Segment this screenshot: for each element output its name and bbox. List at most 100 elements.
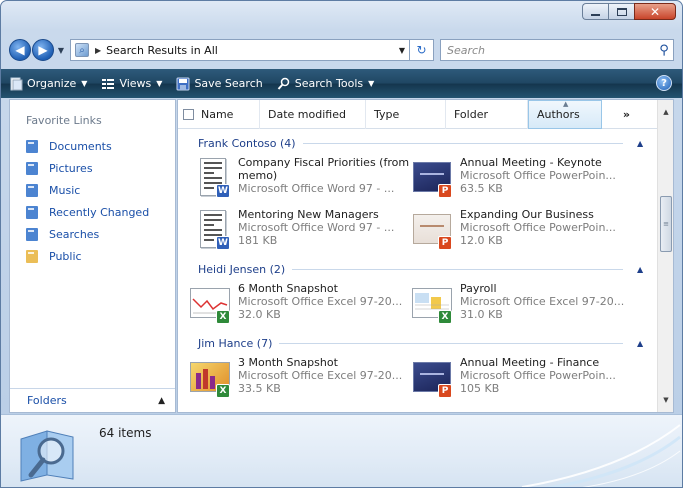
sidebar-item-documents[interactable]: Documents — [10, 135, 175, 157]
organize-button[interactable]: Organize ▼ — [9, 77, 87, 91]
help-button[interactable]: ? — [656, 75, 672, 91]
powerpoint-icon: P — [438, 236, 452, 250]
address-dropdown-icon[interactable]: ▼ — [395, 46, 409, 55]
file-item[interactable]: W Company Fiscal Priorities (from memo) Mi… — [190, 154, 412, 206]
sidebar-item-pictures[interactable]: Pictures — [10, 157, 175, 179]
group-header[interactable]: Jim Hance (7) ▲ — [178, 332, 657, 354]
sidebar-item-public[interactable]: Public — [10, 245, 175, 267]
address-path[interactable]: Search Results in All — [106, 44, 395, 57]
chevron-up-icon[interactable]: ▲ — [637, 339, 657, 348]
refresh-icon: ↻ — [416, 43, 427, 57]
excel-icon: X — [216, 384, 230, 398]
file-text: Company Fiscal Priorities (from memo) Mic… — [238, 156, 412, 195]
file-type: Microsoft Office Excel 97-20... — [238, 369, 403, 382]
file-name: Annual Meeting - Keynote — [460, 156, 602, 169]
column-date-modified[interactable]: Date modified — [260, 100, 366, 129]
file-name: Annual Meeting - Finance — [460, 356, 600, 369]
save-search-button[interactable]: Save Search — [176, 77, 263, 91]
minimize-icon — [591, 13, 600, 16]
search-tools-button[interactable]: Search Tools ▼ — [277, 77, 375, 91]
recent-pages-dropdown[interactable]: ▼ — [56, 46, 66, 55]
file-size: 105 KB — [460, 382, 500, 395]
column-date-label: Date modified — [268, 107, 346, 121]
group-title: Frank Contoso (4) — [198, 136, 296, 150]
scroll-up-icon[interactable]: ▲ — [658, 104, 673, 120]
column-type[interactable]: Type — [366, 100, 446, 129]
group-title: Heidi Jensen (2) — [198, 262, 286, 276]
file-text: Annual Meeting - Finance Microsoft Office… — [460, 356, 634, 395]
select-all-checkbox[interactable] — [183, 108, 194, 120]
file-name: Payroll — [460, 282, 497, 295]
sidebar-item-recently-changed[interactable]: Recently Changed — [10, 201, 175, 223]
file-item[interactable]: X Payroll Microsoft Office Excel 97-20... 3… — [412, 280, 634, 332]
public-folder-icon — [24, 248, 40, 264]
file-size: 63.5 KB — [460, 182, 503, 195]
file-item[interactable]: P Annual Meeting - Finance Microsoft Offic… — [412, 354, 634, 406]
save-disk-icon — [176, 77, 190, 91]
file-item[interactable]: X 3 Month Snapshot Microsoft Office Excel … — [190, 354, 412, 406]
column-authors[interactable]: ▲ Authors — [528, 100, 602, 129]
item-count: 64 items — [99, 426, 152, 440]
search-tools-label: Search Tools — [294, 77, 364, 90]
file-thumbnail: P — [412, 208, 452, 250]
refresh-button[interactable]: ↻ — [410, 39, 434, 61]
word-icon: W — [216, 236, 230, 250]
search-folder-icon: ⌕ — [75, 43, 89, 57]
excel-icon: X — [216, 310, 230, 324]
explorer-window: ✕ ◀ ▶ ▼ ⌕ ▶ Search Results in All ▼ ↻ Se… — [0, 0, 683, 488]
file-type: Microsoft Office Excel 97-20... — [238, 295, 403, 308]
chevron-up-icon[interactable]: ▲ — [637, 139, 657, 148]
forward-button[interactable]: ▶ — [32, 39, 54, 61]
recently-changed-icon — [24, 204, 40, 220]
chevron-down-icon: ▼ — [368, 79, 375, 88]
scroll-down-icon[interactable]: ▼ — [658, 392, 673, 408]
decorative-swoosh — [521, 424, 681, 487]
file-thumbnail: X — [190, 356, 230, 398]
sidebar-item-searches[interactable]: Searches — [10, 223, 175, 245]
folders-toggle[interactable]: Folders ▲ — [10, 388, 175, 412]
sidebar-item-music[interactable]: Music — [10, 179, 175, 201]
group-header[interactable]: Heidi Jensen (2) ▲ — [178, 258, 657, 280]
file-item[interactable]: P Expanding Our Business Microsoft Office … — [412, 206, 634, 258]
maximize-button[interactable] — [608, 3, 634, 20]
file-name: Mentoring New Managers — [238, 208, 379, 221]
group-file-list: X 3 Month Snapshot Microsoft Office Excel … — [178, 354, 657, 406]
back-arrow-icon: ◀ — [15, 43, 25, 57]
chevron-down-icon: ▼ — [156, 79, 163, 88]
views-button[interactable]: Views ▼ — [101, 77, 162, 91]
help-icon: ? — [661, 77, 667, 89]
file-thumbnail: P — [412, 356, 452, 398]
file-type: Microsoft Office Word 97 - ... — [238, 221, 395, 234]
searches-icon — [24, 226, 40, 242]
search-icon[interactable]: ⚲ — [655, 43, 673, 58]
sidebar-item-label: Public — [49, 249, 82, 263]
search-placeholder: Search — [447, 43, 486, 57]
group-divider — [279, 342, 623, 344]
group-divider — [302, 142, 623, 144]
file-item[interactable]: W Mentoring New Managers Microsoft Office … — [190, 206, 412, 258]
more-columns-button[interactable]: » — [602, 100, 636, 129]
back-button[interactable]: ◀ — [9, 39, 31, 61]
minimize-button[interactable] — [582, 3, 608, 20]
address-bar[interactable]: ⌕ ▶ Search Results in All ▼ — [70, 39, 410, 61]
file-item[interactable]: P Annual Meeting - Keynote Microsoft Offic… — [412, 154, 634, 206]
file-item[interactable]: X 6 Month Snapshot Microsoft Office Excel … — [190, 280, 412, 332]
file-text: Expanding Our Business Microsoft Office P… — [460, 208, 634, 247]
close-button[interactable]: ✕ — [634, 3, 676, 20]
address-row: ◀ ▶ ▼ ⌕ ▶ Search Results in All ▼ ↻ Sear… — [9, 38, 674, 62]
search-input[interactable]: Search ⚲ — [440, 39, 674, 61]
group-header[interactable]: Frank Contoso (4) ▲ — [178, 132, 657, 154]
column-authors-label: Authors — [537, 107, 580, 121]
scrollbar-thumb[interactable]: ≡ — [660, 196, 672, 252]
file-thumbnail: P — [412, 156, 452, 198]
music-icon — [24, 182, 40, 198]
file-type: Microsoft Office Excel 97-20... — [460, 295, 625, 308]
views-label: Views — [119, 77, 152, 90]
chevron-up-icon[interactable]: ▲ — [637, 265, 657, 274]
vertical-scrollbar[interactable]: ▲ ≡ ▼ — [657, 100, 673, 412]
column-folder[interactable]: Folder — [446, 100, 528, 129]
column-name[interactable]: Name — [178, 100, 260, 129]
breadcrumb-separator-icon[interactable]: ▶ — [95, 46, 101, 55]
column-type-label: Type — [374, 107, 400, 121]
save-search-label: Save Search — [194, 77, 263, 90]
